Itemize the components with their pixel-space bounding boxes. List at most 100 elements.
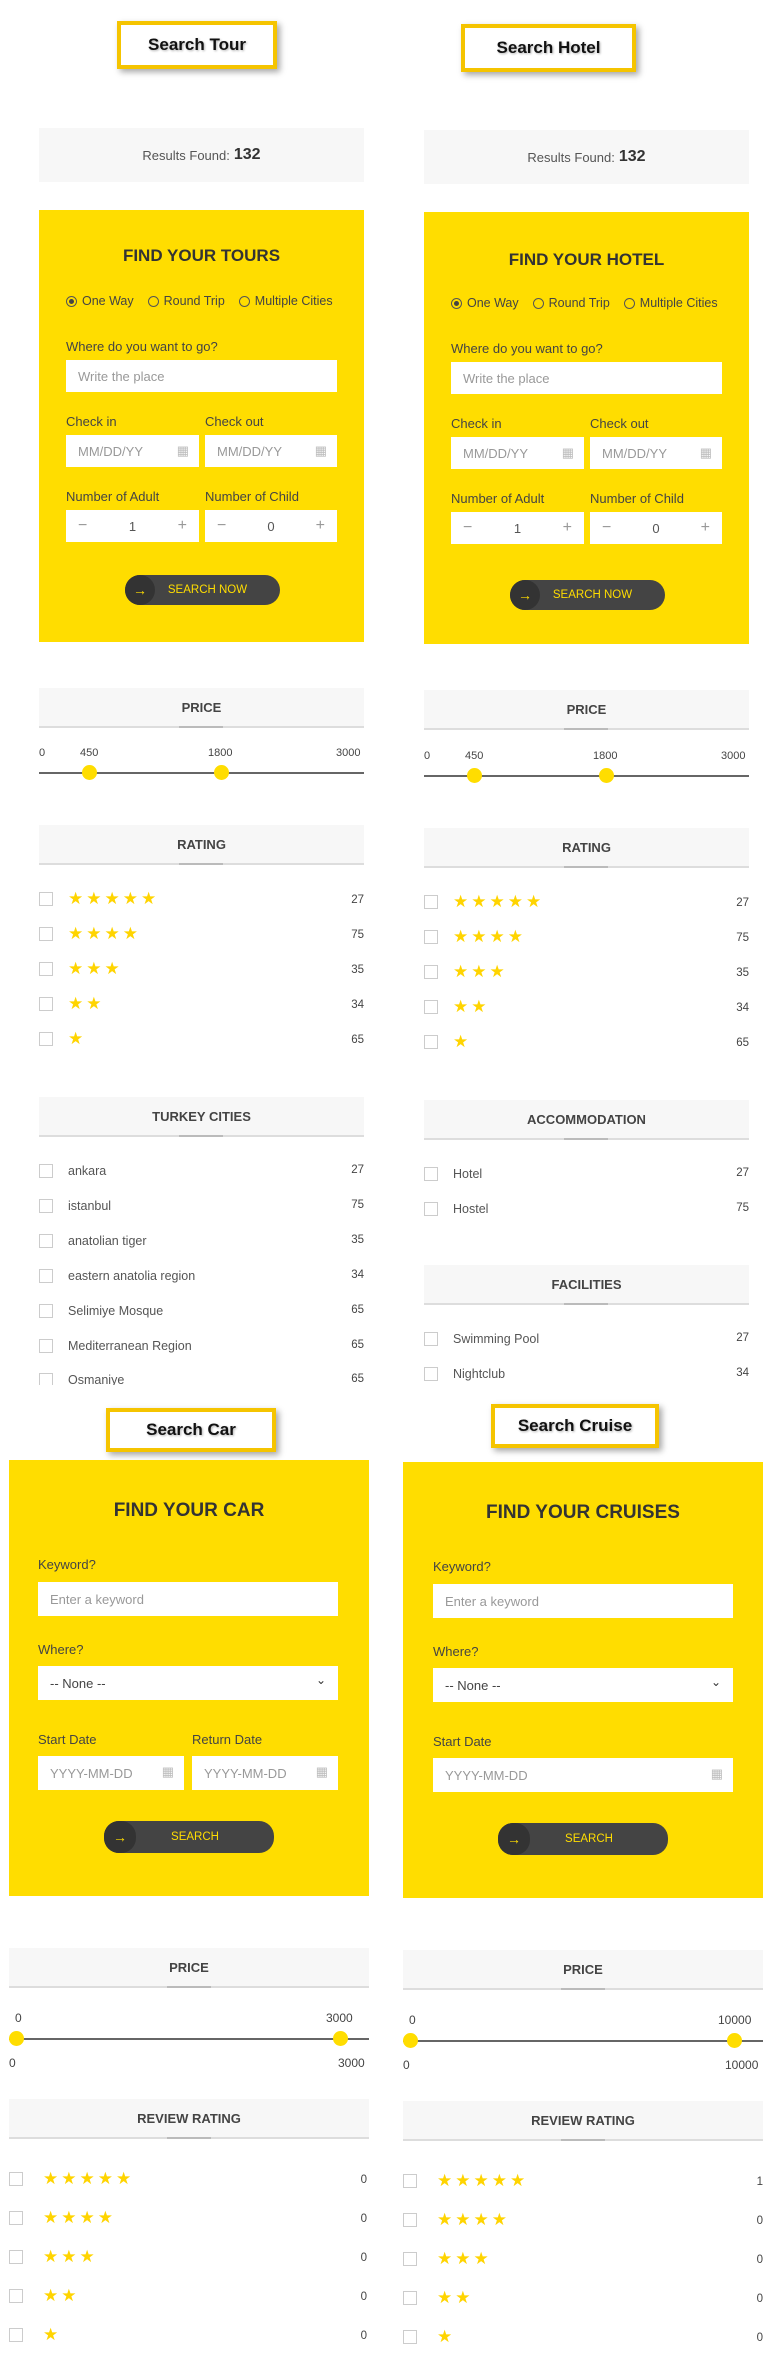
price-slider-high-handle[interactable] — [333, 2031, 348, 2046]
star-rating-icon: ★★ — [437, 2288, 474, 2307]
price-slider-track[interactable] — [403, 2040, 763, 2042]
button-label: SEARCH — [565, 1833, 613, 1845]
review-checkbox[interactable] — [403, 2330, 417, 2344]
star-rating-icon: ★ — [43, 2325, 62, 2344]
arrow-right-icon: → — [498, 1823, 530, 1855]
facility-count: 34 — [736, 1367, 749, 1379]
price-header-cruise: PRICE — [403, 1950, 763, 1990]
city-count: 65 — [351, 1373, 364, 1385]
accommodation-name: Hostel — [453, 1202, 489, 1216]
accommodation-header: ACCOMMODATION — [424, 1100, 749, 1140]
city-count: 75 — [351, 1199, 364, 1211]
price-min-bottom-tick: 0 — [403, 2058, 410, 2072]
review-checkbox[interactable] — [9, 2289, 23, 2303]
facility-count: 27 — [736, 1332, 749, 1344]
city-count: 34 — [351, 1269, 364, 1281]
city-checkbox[interactable] — [39, 1269, 53, 1283]
review-count: 0 — [756, 2293, 763, 2305]
review-checkbox[interactable] — [9, 2328, 23, 2342]
accommodation-checkbox[interactable] — [424, 1167, 438, 1181]
accommodation-count: 27 — [736, 1167, 749, 1179]
car-search-form: FIND YOUR CAR Keyword? Enter a keyword W… — [9, 1460, 369, 1896]
where-select[interactable]: -- None -- ⌄ — [433, 1668, 733, 1702]
star-rating-icon: ★★★ — [43, 2247, 98, 2266]
section-title: PRICE — [563, 1961, 603, 1977]
facilities-header: FACILITIES — [424, 1265, 749, 1305]
start-date-label: Start Date — [38, 1732, 97, 1747]
accommodation-name: Hotel — [453, 1167, 483, 1181]
button-label: SEARCH — [171, 1831, 219, 1843]
date-placeholder: YYYY-MM-DD — [204, 1765, 287, 1781]
where-select[interactable]: -- None -- ⌄ — [38, 1666, 338, 1700]
start-date-input[interactable]: YYYY-MM-DD ▦ — [38, 1756, 184, 1790]
date-placeholder: YYYY-MM-DD — [445, 1767, 528, 1783]
city-name: anatolian tiger — [68, 1234, 147, 1248]
accommodation-count: 75 — [736, 1202, 749, 1214]
keyword-input[interactable]: Enter a keyword — [433, 1584, 733, 1618]
review-count: 0 — [360, 2174, 367, 2186]
price-slider-high-handle[interactable] — [727, 2033, 742, 2048]
city-name: eastern anatolia region — [68, 1269, 196, 1283]
price-slider-low-handle[interactable] — [9, 2031, 24, 2046]
city-name: Mediterranean Region — [68, 1339, 192, 1353]
price-max-bottom-tick: 3000 — [338, 2056, 365, 2070]
review-count: 0 — [360, 2330, 367, 2342]
where-label: Where? — [38, 1642, 84, 1657]
start-date-input[interactable]: YYYY-MM-DD ▦ — [433, 1758, 733, 1792]
review-checkbox[interactable] — [403, 2291, 417, 2305]
star-rating-icon: ★★ — [43, 2286, 80, 2305]
search-button[interactable]: → SEARCH — [498, 1823, 668, 1855]
review-count: 0 — [360, 2213, 367, 2225]
city-count: 65 — [351, 1339, 364, 1351]
city-name: Selimiye Mosque — [68, 1304, 164, 1318]
section-title: ACCOMMODATION — [527, 1111, 646, 1127]
price-min-bottom-tick: 0 — [9, 2056, 16, 2070]
facility-checkbox[interactable] — [424, 1367, 438, 1381]
review-checkbox[interactable] — [9, 2250, 23, 2264]
city-checkbox[interactable] — [39, 1373, 53, 1385]
star-rating-icon: ★★★★★ — [43, 2169, 135, 2188]
section-title: PRICE — [169, 1959, 209, 1975]
review-count: 0 — [756, 2254, 763, 2266]
review-count: 0 — [360, 2291, 367, 2303]
section-title: REVIEW RATING — [531, 2112, 635, 2128]
star-rating-icon: ★★★★ — [43, 2208, 116, 2227]
review-checkbox[interactable] — [403, 2213, 417, 2227]
arrow-right-icon: → — [104, 1821, 136, 1853]
price-min-top-tick: 0 — [15, 2011, 22, 2025]
chevron-down-icon: ⌄ — [710, 1675, 721, 1689]
city-checkbox[interactable] — [39, 1304, 53, 1318]
keyword-label: Keyword? — [433, 1559, 491, 1574]
city-count: 65 — [351, 1304, 364, 1316]
star-rating-icon: ★★★★ — [437, 2210, 510, 2229]
search-button[interactable]: → SEARCH — [104, 1821, 274, 1853]
review-checkbox[interactable] — [9, 2172, 23, 2186]
facility-checkbox[interactable] — [424, 1332, 438, 1346]
price-slider-track[interactable] — [9, 2038, 369, 2040]
city-checkbox[interactable] — [39, 1164, 53, 1178]
city-checkbox[interactable] — [39, 1234, 53, 1248]
city-checkbox[interactable] — [39, 1339, 53, 1353]
accommodation-checkbox[interactable] — [424, 1202, 438, 1216]
page: { "badges": {"tour":"Search Tour","hotel… — [0, 0, 771, 2361]
city-count: 35 — [351, 1234, 364, 1246]
city-name: Osmaniye — [68, 1373, 125, 1385]
review-count: 0 — [756, 2332, 763, 2344]
keyword-label: Keyword? — [38, 1557, 96, 1572]
city-count: 27 — [351, 1164, 364, 1176]
section-title: FACILITIES — [551, 1276, 622, 1292]
turkey-cities-list: ankara 27 istanbul 75 anatolian tiger 35 ea… — [0, 0, 771, 1385]
price-slider-low-handle[interactable] — [403, 2033, 418, 2048]
review-checkbox[interactable] — [9, 2211, 23, 2225]
header-underline — [561, 1988, 605, 1990]
city-checkbox[interactable] — [39, 1199, 53, 1213]
review-count: 1 — [756, 2176, 763, 2188]
start-date-label: Start Date — [433, 1734, 492, 1749]
price-max-top-tick: 3000 — [326, 2011, 353, 2025]
return-date-input[interactable]: YYYY-MM-DD ▦ — [192, 1756, 338, 1790]
review-checkbox[interactable] — [403, 2252, 417, 2266]
facility-name: Nightclub — [453, 1367, 506, 1381]
review-checkbox[interactable] — [403, 2174, 417, 2188]
keyword-input[interactable]: Enter a keyword — [38, 1582, 338, 1616]
section-title: REVIEW RATING — [137, 2110, 241, 2126]
